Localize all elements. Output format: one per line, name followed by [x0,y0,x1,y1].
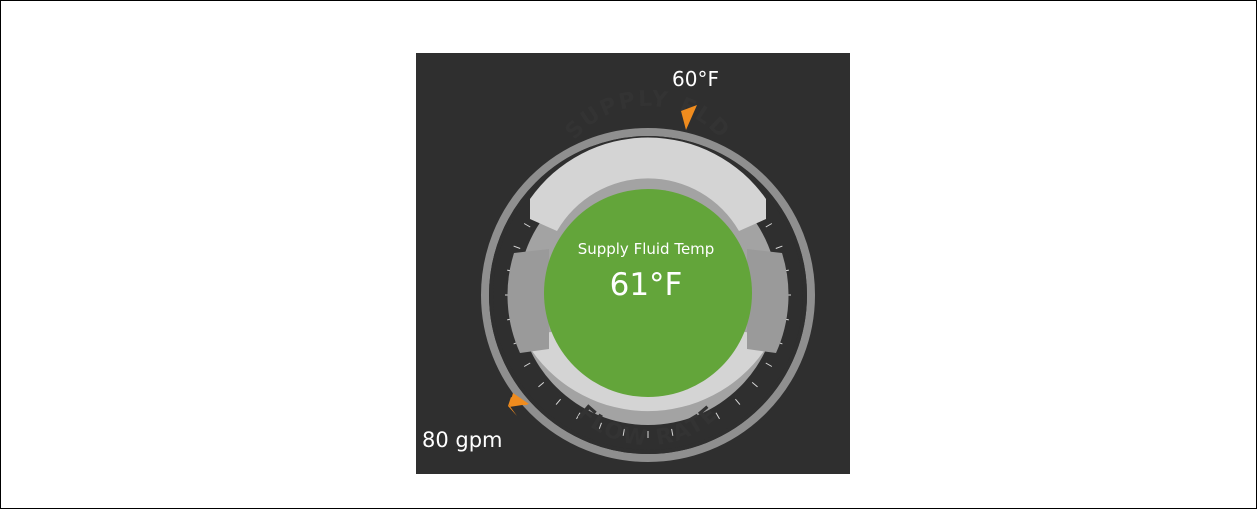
tick-mark [555,398,561,405]
gauge-svg: SUPPLY FLD FLOW RATE Supply Fluid Temp 6… [422,67,815,462]
tick-mark [538,382,545,388]
gauge-panel: SUPPLY FLD FLOW RATE Supply Fluid Temp 6… [416,53,850,474]
right-side-segment [747,249,789,353]
tick-mark [523,223,531,228]
center-value: 61°F [610,267,683,303]
tick-mark [513,245,521,249]
tick-mark [735,398,741,405]
bottom-setpoint-label: 80 gpm [422,428,503,452]
left-side-segment [507,249,549,353]
tick-mark [765,362,773,367]
tick-mark [523,362,531,367]
screen-frame: SUPPLY FLD FLOW RATE Supply Fluid Temp 6… [0,0,1257,509]
center-title: Supply Fluid Temp [578,240,715,258]
tick-mark [765,223,773,228]
tick-mark [751,382,758,388]
top-setpoint-label: 60°F [672,67,719,91]
tick-mark [775,245,783,249]
